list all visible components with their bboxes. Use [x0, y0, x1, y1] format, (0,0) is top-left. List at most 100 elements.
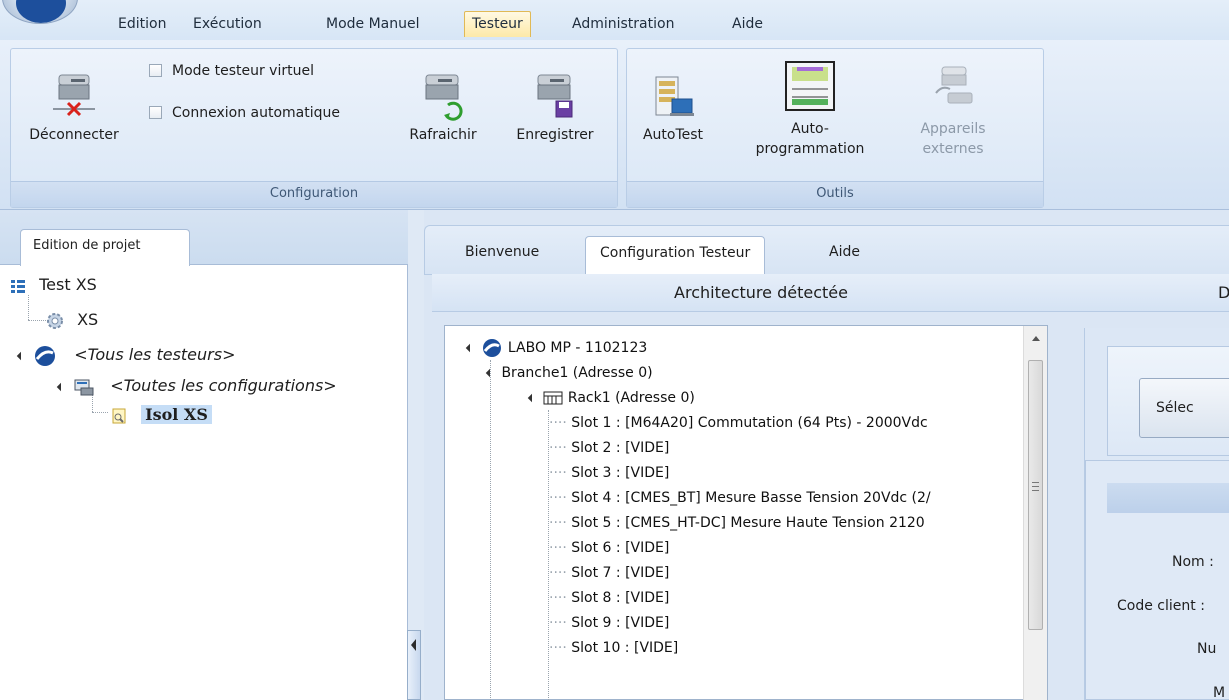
rack-icon — [543, 391, 563, 405]
tree-item-isol-xs[interactable]: Isol XS — [110, 403, 212, 427]
tab-bienvenue[interactable]: Bienvenue — [465, 244, 539, 260]
external-devices-button[interactable]: Appareils externes — [899, 63, 1007, 159]
architecture-scrollbar[interactable] — [1023, 326, 1047, 700]
main-tabstrip: Bienvenue Configuration Testeur Aide — [424, 225, 1229, 278]
tree-guide — [490, 360, 491, 700]
slot-label: Slot 8 : [VIDE] — [571, 590, 670, 606]
virtual-mode-label: Mode testeur virtuel — [172, 63, 314, 79]
slot-label: Slot 2 : [VIDE] — [571, 440, 670, 456]
menu-mode-manuel[interactable]: Mode Manuel — [320, 11, 426, 37]
slot-label: Slot 10 : [VIDE] — [571, 640, 679, 656]
code-client-label: Code client : — [1117, 598, 1205, 614]
auto-connect-box[interactable] — [149, 106, 162, 119]
virtual-mode-checkbox[interactable]: Mode testeur virtuel — [149, 63, 314, 79]
tree-connector — [92, 412, 108, 413]
auto-connect-checkbox[interactable]: Connexion automatique — [149, 105, 340, 121]
test-file-icon — [112, 408, 126, 423]
panel-splitter[interactable] — [400, 630, 424, 700]
architecture-title: Architecture détectée — [674, 283, 848, 302]
disconnect-button[interactable]: Déconnecter — [19, 71, 129, 145]
details-title-truncated: D — [1218, 283, 1229, 302]
tree-label-all-testers: <Tous les testeurs> — [74, 345, 236, 364]
autotest-button[interactable]: AutoTest — [633, 71, 713, 145]
scrollbar-thumb[interactable] — [1028, 360, 1043, 630]
tree-item-slot[interactable]: ···· Slot 9 : [VIDE] — [549, 611, 669, 635]
brand-logo-icon — [35, 345, 56, 366]
save-icon — [537, 74, 573, 118]
virtual-mode-box[interactable] — [149, 64, 162, 77]
app-menu-button[interactable] — [2, 0, 78, 24]
configuration-caption: Configuration — [11, 181, 617, 207]
project-tabstrip: Edition de projet — [0, 210, 408, 266]
menu-aide[interactable]: Aide — [726, 11, 769, 37]
tree-item-all-configs[interactable]: <Toutes les configurations> — [56, 374, 337, 398]
select-button[interactable]: Sélec — [1139, 378, 1229, 438]
branche-label: Branche1 (Adresse 0) — [501, 365, 653, 381]
slot-label: Slot 9 : [VIDE] — [571, 615, 670, 631]
tree-item-slot[interactable]: ···· Slot 7 : [VIDE] — [549, 561, 669, 585]
tree-item-all-testers[interactable]: <Tous les testeurs> — [16, 343, 236, 367]
tree-item-xs[interactable]: XS — [46, 308, 98, 332]
tree-item-slot[interactable]: ···· Slot 3 : [VIDE] — [549, 461, 669, 485]
menu-edition[interactable]: Edition — [112, 11, 172, 37]
architecture-tree[interactable]: LABO MP - 1102123 Branche1 (Adresse 0) R… — [444, 325, 1048, 700]
tree-item-slot[interactable]: ···· Slot 1 : [M64A20] Commutation (64 P… — [549, 411, 928, 435]
tree-item-slot[interactable]: ···· Slot 2 : [VIDE] — [549, 436, 669, 460]
tree-item-slot[interactable]: ···· Slot 8 : [VIDE] — [549, 586, 669, 610]
autoprog-icon — [785, 61, 835, 111]
tree-item-root[interactable]: Test XS — [10, 273, 97, 297]
menu-testeur[interactable]: Testeur — [464, 11, 531, 37]
expand-arrow-icon[interactable] — [56, 382, 66, 391]
tree-connector — [28, 295, 29, 320]
expand-arrow-icon[interactable] — [485, 368, 495, 378]
tree-item-slot[interactable]: ···· Slot 6 : [VIDE] — [549, 536, 669, 560]
collapse-arrow-icon — [411, 639, 416, 651]
autoprog-label-1: Auto- — [791, 121, 829, 137]
disconnect-label: Déconnecter — [29, 127, 119, 143]
tree-item-slot[interactable]: ···· Slot 10 : [VIDE] — [549, 636, 678, 660]
autoprog-button[interactable]: Auto- programmation — [735, 59, 885, 159]
tree-label-root: Test XS — [39, 275, 97, 294]
tree-item-slot[interactable]: ···· Slot 4 : [CMES_BT] Mesure Basse Ten… — [549, 486, 931, 510]
save-button[interactable]: Enregistrer — [501, 71, 609, 145]
scroll-up-icon[interactable] — [1032, 336, 1040, 341]
expand-arrow-icon[interactable] — [465, 343, 475, 353]
menu-administration[interactable]: Administration — [566, 11, 680, 37]
app-logo-icon — [16, 0, 66, 23]
tree-item-rack[interactable]: Rack1 (Adresse 0) — [527, 386, 695, 410]
rack-label: Rack1 (Adresse 0) — [567, 390, 695, 406]
disconnect-icon — [53, 74, 95, 117]
brand-logo-icon — [483, 339, 502, 357]
slot-label: Slot 7 : [VIDE] — [571, 565, 670, 581]
menu-execution[interactable]: Exécution — [187, 11, 268, 37]
tab-configuration-testeur[interactable]: Configuration Testeur — [585, 236, 766, 278]
grip-line — [1032, 490, 1039, 491]
external-label-2: externes — [922, 141, 984, 157]
slot-label: Slot 3 : [VIDE] — [571, 465, 670, 481]
autotest-label: AutoTest — [642, 127, 704, 143]
refresh-label: Rafraichir — [409, 127, 477, 143]
tree-label-all-configs: <Toutes les configurations> — [110, 376, 337, 395]
refresh-button[interactable]: Rafraichir — [397, 71, 489, 145]
tree-item-branche[interactable]: Branche1 (Adresse 0) — [485, 361, 653, 385]
architecture-header: Architecture détectée D — [432, 274, 1229, 312]
tab-edition-projet[interactable]: Edition de projet — [20, 229, 190, 266]
autotest-icon — [655, 76, 694, 116]
splitter-handle[interactable] — [407, 630, 421, 700]
tab-aide[interactable]: Aide — [829, 244, 860, 260]
expand-arrow-icon[interactable] — [16, 351, 26, 360]
slot-label: Slot 1 : [M64A20] Commutation (64 Pts) -… — [571, 415, 928, 431]
slot-label: Slot 5 : [CMES_HT-DC] Mesure Haute Tensi… — [571, 515, 925, 531]
tree-label-isol-xs: Isol XS — [141, 405, 212, 424]
gear-icon — [47, 312, 63, 329]
tree-item-slot[interactable]: ···· Slot 5 : [CMES_HT-DC] Mesure Haute … — [549, 511, 925, 535]
nom-label: Nom : — [1172, 554, 1214, 570]
numero-label-truncated: Nu — [1197, 641, 1217, 657]
details-panel: Sélec Nom : Code client : Nu M — [1084, 328, 1229, 700]
refresh-icon — [425, 74, 463, 121]
menu-bar: Edition Exécution Mode Manuel Testeur Ad… — [0, 0, 1229, 44]
expand-arrow-icon[interactable] — [527, 393, 537, 403]
rack-config-icon — [74, 379, 94, 395]
project-tree-icon — [11, 279, 25, 293]
tree-item-labo[interactable]: LABO MP - 1102123 — [465, 336, 647, 360]
